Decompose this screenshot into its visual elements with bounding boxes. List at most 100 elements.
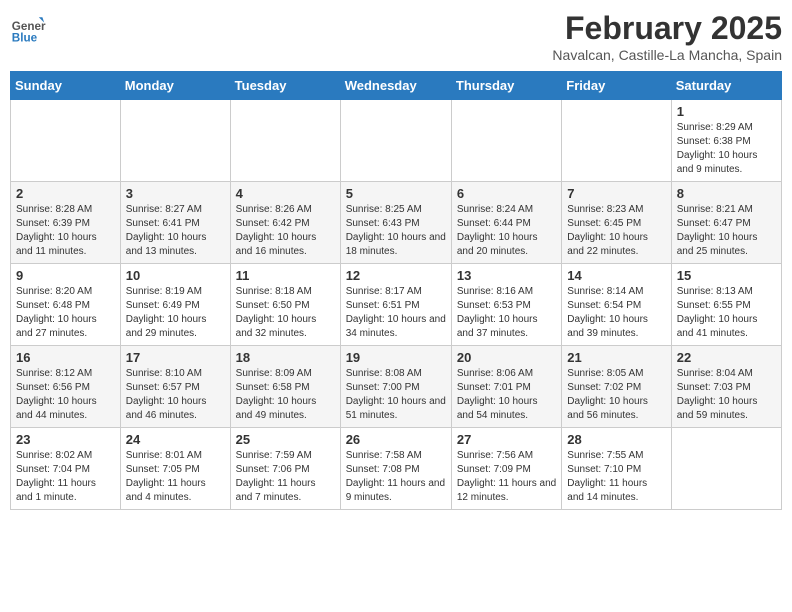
day-number: 24 xyxy=(126,432,225,447)
calendar-day-19: 19Sunrise: 8:08 AM Sunset: 7:00 PM Dayli… xyxy=(340,346,451,428)
day-info: Sunrise: 8:23 AM Sunset: 6:45 PM Dayligh… xyxy=(567,203,665,259)
calendar-day-9: 9 Sunrise: 8:20 AM Sunset: 6:48 PM Daylig… xyxy=(11,264,121,346)
calendar-week-2: 2 Sunrise: 8:28 AM Sunset: 6:39 PM Daylig… xyxy=(11,182,782,264)
calendar-day-24: 24 Sunrise: 8:01 AM Sunset: 7:05 PM Dayli… xyxy=(120,428,230,510)
calendar-empty-cell xyxy=(230,100,340,182)
calendar-table: SundayMondayTuesdayWednesdayThursdayFrid… xyxy=(10,71,782,510)
day-number: 20 xyxy=(457,350,556,365)
calendar-day-12: 12 Sunrise: 8:17 AM Sunset: 6:51 PM Dayli… xyxy=(340,264,451,346)
calendar-day-26: 26Sunrise: 7:58 AM Sunset: 7:08 PM Dayli… xyxy=(340,428,451,510)
calendar-day-17: 17 Sunrise: 8:10 AM Sunset: 6:57 PM Dayli… xyxy=(120,346,230,428)
day-info: Sunrise: 8:16 AM Sunset: 6:53 PM Dayligh… xyxy=(457,285,556,341)
header-day-sunday: Sunday xyxy=(11,72,121,100)
day-number: 5 xyxy=(346,186,446,201)
day-info: Sunrise: 8:17 AM Sunset: 6:51 PM Dayligh… xyxy=(346,285,446,341)
calendar-week-3: 9 Sunrise: 8:20 AM Sunset: 6:48 PM Daylig… xyxy=(11,264,782,346)
calendar-empty-cell xyxy=(120,100,230,182)
day-info: Sunrise: 8:18 AM Sunset: 6:50 PM Dayligh… xyxy=(236,285,335,341)
day-number: 6 xyxy=(457,186,556,201)
day-number: 27 xyxy=(457,432,556,447)
calendar-day-20: 20Sunrise: 8:06 AM Sunset: 7:01 PM Dayli… xyxy=(451,346,561,428)
day-number: 21 xyxy=(567,350,665,365)
day-info: Sunrise: 8:29 AM Sunset: 6:38 PM Dayligh… xyxy=(677,121,776,177)
calendar-header-row: SundayMondayTuesdayWednesdayThursdayFrid… xyxy=(11,72,782,100)
day-info: Sunrise: 8:25 AM Sunset: 6:43 PM Dayligh… xyxy=(346,203,446,259)
day-info: Sunrise: 8:02 AM Sunset: 7:04 PM Dayligh… xyxy=(16,449,115,505)
day-info: Sunrise: 8:04 AM Sunset: 7:03 PM Dayligh… xyxy=(677,367,776,423)
calendar-week-1: 1 Sunrise: 8:29 AM Sunset: 6:38 PM Daylig… xyxy=(11,100,782,182)
day-number: 7 xyxy=(567,186,665,201)
calendar-day-13: 13 Sunrise: 8:16 AM Sunset: 6:53 PM Dayli… xyxy=(451,264,561,346)
day-number: 17 xyxy=(126,350,225,365)
day-info: Sunrise: 7:56 AM Sunset: 7:09 PM Dayligh… xyxy=(457,449,556,505)
day-number: 12 xyxy=(346,268,446,283)
location-title: Navalcan, Castille-La Mancha, Spain xyxy=(552,47,782,63)
day-info: Sunrise: 7:58 AM Sunset: 7:08 PM Dayligh… xyxy=(346,449,446,505)
header-day-wednesday: Wednesday xyxy=(340,72,451,100)
header-day-tuesday: Tuesday xyxy=(230,72,340,100)
day-number: 3 xyxy=(126,186,225,201)
header-day-monday: Monday xyxy=(120,72,230,100)
day-info: Sunrise: 8:01 AM Sunset: 7:05 PM Dayligh… xyxy=(126,449,225,505)
calendar-day-11: 11Sunrise: 8:18 AM Sunset: 6:50 PM Dayli… xyxy=(230,264,340,346)
day-number: 2 xyxy=(16,186,115,201)
day-number: 9 xyxy=(16,268,115,283)
calendar-empty-cell xyxy=(562,100,671,182)
calendar-day-28: 28 Sunrise: 7:55 AM Sunset: 7:10 PM Dayli… xyxy=(562,428,671,510)
day-info: Sunrise: 8:10 AM Sunset: 6:57 PM Dayligh… xyxy=(126,367,225,423)
calendar-day-2: 2 Sunrise: 8:28 AM Sunset: 6:39 PM Daylig… xyxy=(11,182,121,264)
calendar-empty-cell xyxy=(340,100,451,182)
day-number: 4 xyxy=(236,186,335,201)
calendar-day-23: 23Sunrise: 8:02 AM Sunset: 7:04 PM Dayli… xyxy=(11,428,121,510)
header-day-saturday: Saturday xyxy=(671,72,781,100)
calendar-day-18: 18 Sunrise: 8:09 AM Sunset: 6:58 PM Dayli… xyxy=(230,346,340,428)
header: General Blue February 2025 Navalcan, Cas… xyxy=(10,10,782,63)
calendar-day-4: 4 Sunrise: 8:26 AM Sunset: 6:42 PM Daylig… xyxy=(230,182,340,264)
calendar-day-1: 1 Sunrise: 8:29 AM Sunset: 6:38 PM Daylig… xyxy=(671,100,781,182)
day-info: Sunrise: 8:12 AM Sunset: 6:56 PM Dayligh… xyxy=(16,367,115,423)
day-info: Sunrise: 8:26 AM Sunset: 6:42 PM Dayligh… xyxy=(236,203,335,259)
day-info: Sunrise: 7:55 AM Sunset: 7:10 PM Dayligh… xyxy=(567,449,665,505)
calendar-empty-cell xyxy=(11,100,121,182)
day-info: Sunrise: 8:09 AM Sunset: 6:58 PM Dayligh… xyxy=(236,367,335,423)
day-info: Sunrise: 8:19 AM Sunset: 6:49 PM Dayligh… xyxy=(126,285,225,341)
day-info: Sunrise: 8:13 AM Sunset: 6:55 PM Dayligh… xyxy=(677,285,776,341)
calendar-day-6: 6Sunrise: 8:24 AM Sunset: 6:44 PM Daylig… xyxy=(451,182,561,264)
day-number: 25 xyxy=(236,432,335,447)
calendar-day-22: 22 Sunrise: 8:04 AM Sunset: 7:03 PM Dayli… xyxy=(671,346,781,428)
calendar-empty-cell xyxy=(451,100,561,182)
calendar-day-27: 27 Sunrise: 7:56 AM Sunset: 7:09 PM Dayli… xyxy=(451,428,561,510)
calendar-day-3: 3 Sunrise: 8:27 AM Sunset: 6:41 PM Daylig… xyxy=(120,182,230,264)
title-area: February 2025 Navalcan, Castille-La Manc… xyxy=(552,10,782,63)
logo-icon: General Blue xyxy=(10,10,46,46)
day-number: 19 xyxy=(346,350,446,365)
calendar-day-5: 5 Sunrise: 8:25 AM Sunset: 6:43 PM Daylig… xyxy=(340,182,451,264)
day-info: Sunrise: 8:20 AM Sunset: 6:48 PM Dayligh… xyxy=(16,285,115,341)
day-number: 13 xyxy=(457,268,556,283)
calendar-day-16: 16 Sunrise: 8:12 AM Sunset: 6:56 PM Dayli… xyxy=(11,346,121,428)
header-day-thursday: Thursday xyxy=(451,72,561,100)
day-number: 15 xyxy=(677,268,776,283)
day-number: 1 xyxy=(677,104,776,119)
calendar-day-21: 21 Sunrise: 8:05 AM Sunset: 7:02 PM Dayli… xyxy=(562,346,671,428)
day-number: 28 xyxy=(567,432,665,447)
calendar-day-14: 14 Sunrise: 8:14 AM Sunset: 6:54 PM Dayli… xyxy=(562,264,671,346)
calendar-day-8: 8Sunrise: 8:21 AM Sunset: 6:47 PM Daylig… xyxy=(671,182,781,264)
day-info: Sunrise: 8:14 AM Sunset: 6:54 PM Dayligh… xyxy=(567,285,665,341)
day-info: Sunrise: 8:27 AM Sunset: 6:41 PM Dayligh… xyxy=(126,203,225,259)
day-info: Sunrise: 7:59 AM Sunset: 7:06 PM Dayligh… xyxy=(236,449,335,505)
logo: General Blue xyxy=(10,10,50,46)
calendar-day-15: 15 Sunrise: 8:13 AM Sunset: 6:55 PM Dayli… xyxy=(671,264,781,346)
calendar-day-7: 7 Sunrise: 8:23 AM Sunset: 6:45 PM Daylig… xyxy=(562,182,671,264)
day-number: 8 xyxy=(677,186,776,201)
day-info: Sunrise: 8:05 AM Sunset: 7:02 PM Dayligh… xyxy=(567,367,665,423)
calendar-day-25: 25 Sunrise: 7:59 AM Sunset: 7:06 PM Dayli… xyxy=(230,428,340,510)
day-number: 10 xyxy=(126,268,225,283)
day-number: 18 xyxy=(236,350,335,365)
day-number: 16 xyxy=(16,350,115,365)
month-title: February 2025 xyxy=(552,10,782,47)
calendar-empty-cell xyxy=(671,428,781,510)
day-number: 14 xyxy=(567,268,665,283)
day-info: Sunrise: 8:28 AM Sunset: 6:39 PM Dayligh… xyxy=(16,203,115,259)
day-number: 22 xyxy=(677,350,776,365)
